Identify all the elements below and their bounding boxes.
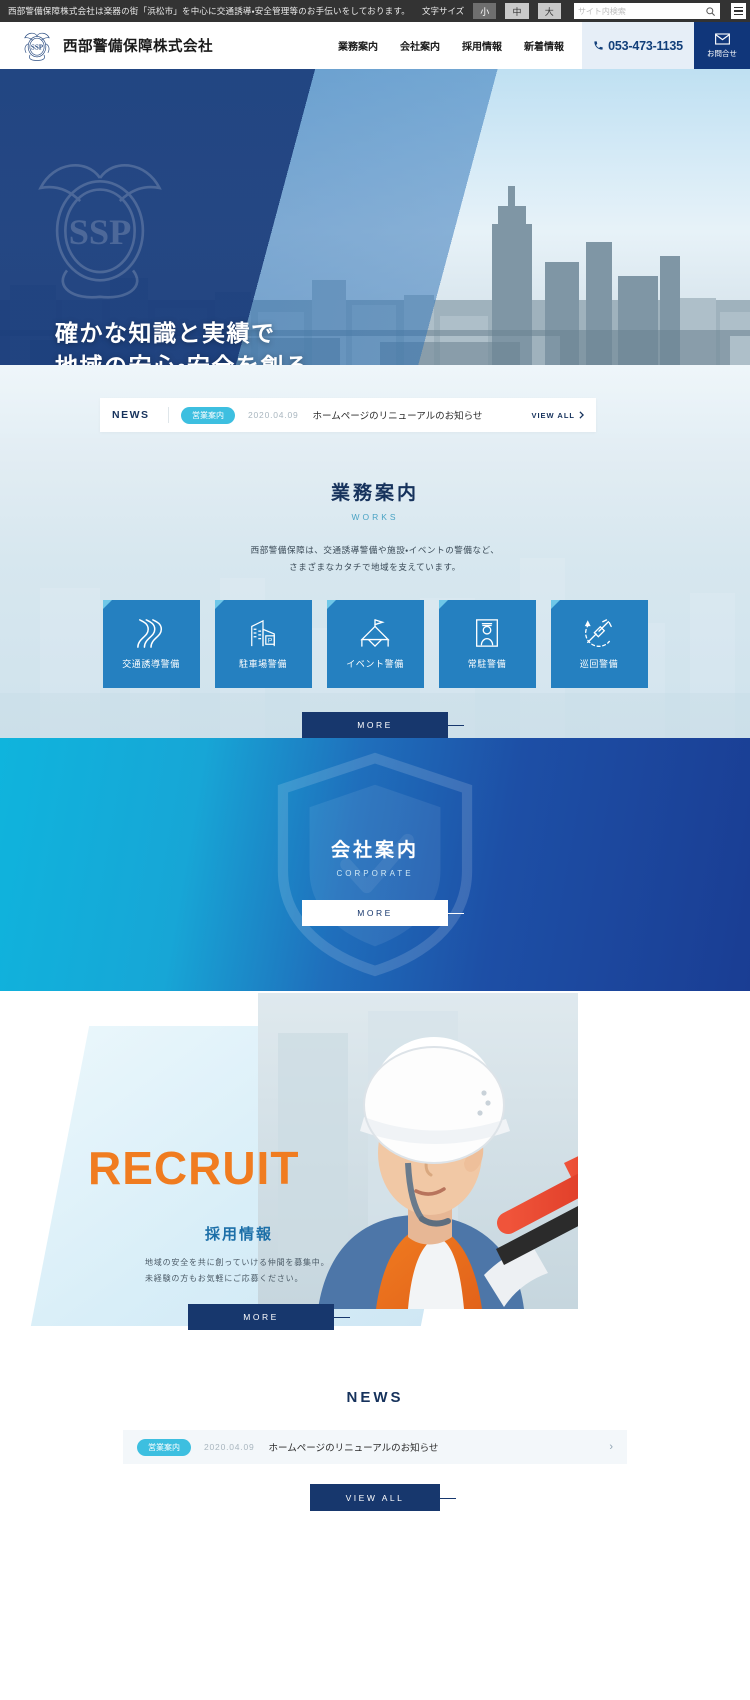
patrol-flashlight-icon	[584, 619, 612, 647]
search-icon[interactable]	[705, 6, 716, 17]
works-title: 業務案内	[330, 483, 419, 504]
contact-label: お問合せ	[707, 48, 737, 58]
nav-item-works[interactable]: 業務案内	[338, 38, 378, 53]
works-card-label: 交通誘導警備	[122, 659, 180, 669]
news-item-badge: 営業案内	[137, 1438, 191, 1456]
parking-building-icon: P	[251, 619, 275, 647]
utility-bar: 西部警備保障株式会社は楽器の街「浜松市」を中心に交通誘導・安全管理等のお手伝いを…	[0, 0, 750, 22]
news-view-all-label: VIEW ALL	[531, 410, 575, 420]
hero-section: SSP 確かな知識と実績で 地域の安心・安全を創る	[0, 69, 750, 365]
ssp-crest-icon: SSP	[24, 32, 50, 61]
phone-block[interactable]: 053-473-1135	[582, 22, 694, 69]
works-card-traffic[interactable]: 交通誘導警備	[102, 600, 200, 688]
works-card-event[interactable]: イベント警備	[326, 600, 424, 688]
works-heading: 業務案内 WORKS	[0, 438, 750, 522]
news-section-title: NEWS	[346, 1389, 404, 1406]
recruit-section: RECRUIT 採用情報 地域の安全を共に創っていける仲間を募集中。 未経験の方…	[0, 991, 750, 1361]
works-desc-line2: さまざまなカタチで地域を支えています。	[289, 562, 461, 572]
hero-headline: 確かな知識と実績で 地域の安心・安全を創る	[55, 317, 309, 365]
works-section: 業務案内 WORKS 西部警備保障は、交通誘導警備や施設・イベントの警備など、 …	[0, 438, 750, 738]
news-section: NEWS 営業案内 2020.04.09 ホームページのリニューアルのお知らせ …	[0, 1361, 750, 1511]
recruit-title-ja: 採用情報	[205, 1226, 274, 1243]
nav-item-recruit[interactable]: 採用情報	[462, 38, 502, 53]
font-size-medium-button[interactable]: 中	[505, 3, 529, 19]
corporate-title: 会社案内	[330, 840, 419, 861]
works-desc-line1: 西部警備保障は、交通誘導警備や施設・イベントの警備など、	[250, 545, 500, 555]
recruit-title-en: RECRUIT	[88, 1142, 300, 1194]
works-card-list: 交通誘導警備 P 駐車場警備 イベント警備 常駐警備 巡回警備	[0, 600, 750, 688]
site-tagline: 西部警備保障株式会社は楽器の街「浜松市」を中心に交通誘導・安全管理等のお手伝いを…	[8, 6, 410, 16]
font-size-label: 文字サイズ	[421, 6, 465, 16]
svg-text:P: P	[268, 637, 273, 644]
news-item-date: 2020.04.09	[204, 1442, 255, 1452]
corporate-heading: 会社案内 CORPORATE	[0, 738, 750, 878]
crest-letters: SSP	[31, 43, 44, 51]
site-header: SSP 西部警備保障株式会社 業務案内 会社案内 採用情報 新着情報 053-4…	[0, 22, 750, 69]
divider	[168, 407, 169, 423]
hero-crest-watermark: SSP	[38, 164, 162, 299]
watermark-letters: SSP	[69, 212, 132, 252]
news-view-all-button[interactable]: VIEW ALL	[310, 1484, 456, 1511]
news-strip-section: NEWS 営業案内 2020.04.09 ホームページのリニューアルのお知らせ …	[0, 365, 750, 438]
works-card-stationed[interactable]: 常駐警備	[438, 600, 536, 688]
hero-headline-line2: 地域の安心・安全を創る	[55, 350, 309, 365]
works-card-parking[interactable]: P 駐車場警備	[214, 600, 312, 688]
chevron-right-icon	[579, 411, 584, 419]
news-category-badge: 営業案内	[181, 406, 235, 424]
corporate-subtitle: CORPORATE	[336, 869, 414, 878]
works-card-label: 常駐警備	[467, 659, 507, 669]
news-title[interactable]: ホームページのリニューアルのお知らせ	[313, 408, 483, 422]
menu-icon[interactable]	[730, 3, 746, 19]
recruit-more-button[interactable]: MORE	[188, 1304, 350, 1330]
main-navigation: 業務案内 会社案内 採用情報 新着情報	[213, 22, 582, 69]
works-card-label: イベント警備	[346, 659, 404, 669]
news-ticker[interactable]: NEWS 営業案内 2020.04.09 ホームページのリニューアルのお知らせ …	[100, 398, 596, 432]
nav-item-corporate[interactable]: 会社案内	[400, 38, 440, 53]
news-item-title: ホームページのリニューアルのお知らせ	[268, 1443, 439, 1454]
font-size-small-button[interactable]: 小	[473, 3, 497, 19]
works-more-button[interactable]: MORE	[302, 712, 464, 738]
recruit-desc-line1: 地域の安全を共に創っていける仲間を募集中。	[145, 1258, 330, 1267]
works-card-label: 巡回警備	[579, 659, 619, 669]
mail-icon	[714, 32, 730, 45]
news-strip-label: NEWS	[112, 409, 150, 421]
tent-flag-icon	[360, 619, 390, 648]
nav-item-news[interactable]: 新着情報	[524, 38, 564, 53]
brand-logo[interactable]: SSP 西部警備保障株式会社	[0, 22, 213, 69]
works-card-label: 駐車場警備	[238, 659, 287, 669]
contact-button[interactable]: お問合せ	[694, 22, 750, 69]
corporate-section: 会社案内 CORPORATE MORE	[0, 738, 750, 991]
road-icon	[137, 619, 163, 648]
news-view-all-link[interactable]: VIEW ALL	[531, 411, 584, 420]
hero-headline-line1: 確かな知識と実績で	[55, 320, 276, 346]
font-size-large-button[interactable]: 大	[537, 3, 561, 19]
news-list-item[interactable]: 営業案内 2020.04.09 ホームページのリニューアルのお知らせ ›	[123, 1430, 627, 1464]
recruit-description: 地域の安全を共に創っていける仲間を募集中。 未経験の方もお気軽にご応募ください。	[145, 1255, 329, 1288]
phone-icon	[594, 41, 603, 50]
works-card-patrol[interactable]: 巡回警備	[550, 600, 648, 688]
search-input[interactable]	[577, 6, 705, 16]
guard-person-icon	[476, 619, 498, 647]
site-search[interactable]	[573, 3, 720, 19]
corporate-more-button[interactable]: MORE	[302, 900, 464, 926]
company-name: 西部警備保障株式会社	[63, 39, 213, 55]
news-date: 2020.04.09	[248, 410, 299, 420]
phone-number: 053-473-1135	[608, 38, 683, 53]
works-description: 西部警備保障は、交通誘導警備や施設・イベントの警備など、 さまざまなカタチで地域…	[0, 542, 750, 576]
works-subtitle: WORKS	[351, 512, 399, 522]
chevron-right-icon: ›	[609, 1441, 613, 1453]
recruit-desc-line2: 未経験の方もお気軽にご応募ください。	[145, 1274, 304, 1284]
